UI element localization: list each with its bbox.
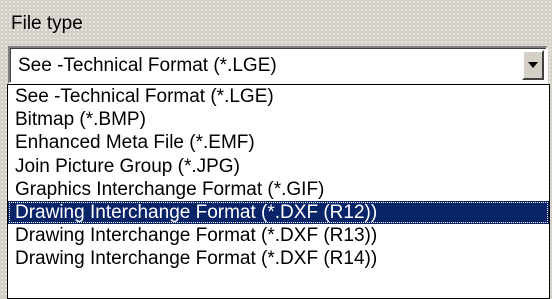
list-item-emf[interactable]: Enhanced Meta File (*.EMF) (8, 131, 549, 154)
dropdown-button[interactable] (522, 50, 544, 80)
list-item-jpg[interactable]: Join Picture Group (*.JPG) (8, 155, 549, 178)
file-type-dropdown-list[interactable]: See -Technical Format (*.LGE) Bitmap (*.… (7, 84, 550, 299)
list-item-gif[interactable]: Graphics Interchange Format (*.GIF) (8, 178, 549, 201)
list-item-dxf-r13[interactable]: Drawing Interchange Format (*.DXF (R13)) (8, 224, 549, 247)
file-type-label: File type (11, 13, 83, 34)
list-item-dxf-r14[interactable]: Drawing Interchange Format (*.DXF (R14)) (8, 247, 549, 270)
file-type-combobox[interactable]: See -Technical Format (*.LGE) (8, 46, 548, 84)
file-type-selected-value: See -Technical Format (*.LGE) (18, 55, 277, 76)
list-item-lge[interactable]: See -Technical Format (*.LGE) (8, 85, 549, 108)
chevron-down-icon (528, 62, 538, 68)
list-item-dxf-r12[interactable]: Drawing Interchange Format (*.DXF (R12)) (8, 200, 549, 225)
list-item-bmp[interactable]: Bitmap (*.BMP) (8, 108, 549, 131)
